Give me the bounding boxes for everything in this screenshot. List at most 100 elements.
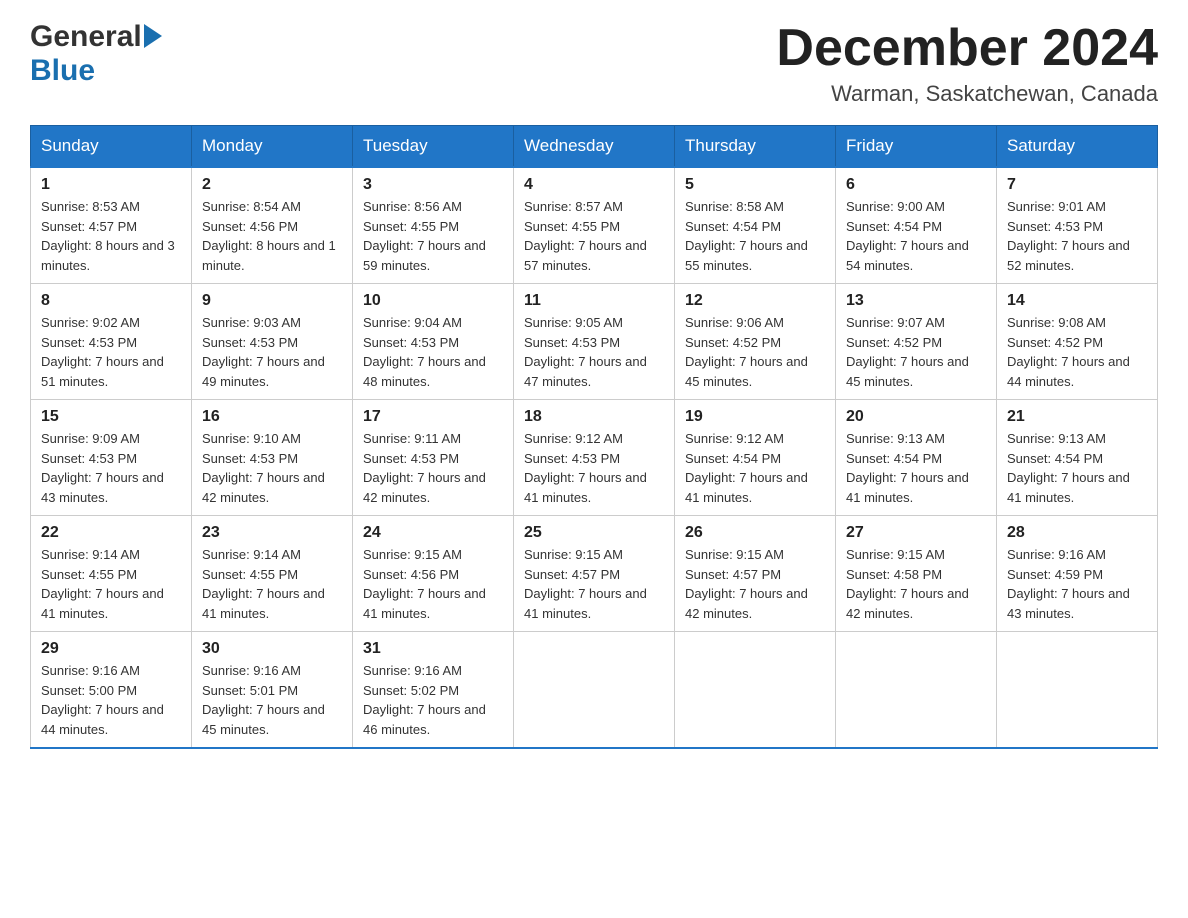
- calendar-day-cell: [675, 632, 836, 749]
- calendar-day-cell: 11 Sunrise: 9:05 AMSunset: 4:53 PMDaylig…: [514, 284, 675, 400]
- calendar-day-cell: 4 Sunrise: 8:57 AMSunset: 4:55 PMDayligh…: [514, 167, 675, 284]
- day-info: Sunrise: 9:15 AMSunset: 4:57 PMDaylight:…: [685, 545, 825, 623]
- calendar-day-cell: 24 Sunrise: 9:15 AMSunset: 4:56 PMDaylig…: [353, 516, 514, 632]
- calendar-day-cell: 17 Sunrise: 9:11 AMSunset: 4:53 PMDaylig…: [353, 400, 514, 516]
- day-of-week-header: Tuesday: [353, 126, 514, 168]
- calendar-day-cell: 15 Sunrise: 9:09 AMSunset: 4:53 PMDaylig…: [31, 400, 192, 516]
- day-number: 1: [41, 176, 181, 194]
- day-info: Sunrise: 9:16 AMSunset: 5:01 PMDaylight:…: [202, 661, 342, 739]
- title-section: December 2024 Warman, Saskatchewan, Cana…: [776, 20, 1158, 107]
- day-of-week-header: Friday: [836, 126, 997, 168]
- day-info: Sunrise: 9:14 AMSunset: 4:55 PMDaylight:…: [41, 545, 181, 623]
- calendar-day-cell: 16 Sunrise: 9:10 AMSunset: 4:53 PMDaylig…: [192, 400, 353, 516]
- calendar-day-cell: [997, 632, 1158, 749]
- day-of-week-header: Wednesday: [514, 126, 675, 168]
- calendar-week-row: 15 Sunrise: 9:09 AMSunset: 4:53 PMDaylig…: [31, 400, 1158, 516]
- day-info: Sunrise: 9:03 AMSunset: 4:53 PMDaylight:…: [202, 313, 342, 391]
- calendar-day-cell: 10 Sunrise: 9:04 AMSunset: 4:53 PMDaylig…: [353, 284, 514, 400]
- day-number: 9: [202, 292, 342, 310]
- day-info: Sunrise: 9:05 AMSunset: 4:53 PMDaylight:…: [524, 313, 664, 391]
- day-number: 11: [524, 292, 664, 310]
- calendar-day-cell: 30 Sunrise: 9:16 AMSunset: 5:01 PMDaylig…: [192, 632, 353, 749]
- day-number: 14: [1007, 292, 1147, 310]
- day-of-week-header: Thursday: [675, 126, 836, 168]
- day-number: 3: [363, 176, 503, 194]
- day-number: 2: [202, 176, 342, 194]
- calendar-day-cell: 25 Sunrise: 9:15 AMSunset: 4:57 PMDaylig…: [514, 516, 675, 632]
- calendar-day-cell: 20 Sunrise: 9:13 AMSunset: 4:54 PMDaylig…: [836, 400, 997, 516]
- day-number: 8: [41, 292, 181, 310]
- calendar-day-cell: 26 Sunrise: 9:15 AMSunset: 4:57 PMDaylig…: [675, 516, 836, 632]
- day-info: Sunrise: 8:57 AMSunset: 4:55 PMDaylight:…: [524, 197, 664, 275]
- day-number: 13: [846, 292, 986, 310]
- calendar-week-row: 1 Sunrise: 8:53 AMSunset: 4:57 PMDayligh…: [31, 167, 1158, 284]
- day-number: 17: [363, 408, 503, 426]
- calendar-day-cell: 8 Sunrise: 9:02 AMSunset: 4:53 PMDayligh…: [31, 284, 192, 400]
- day-number: 27: [846, 524, 986, 542]
- calendar-day-cell: 19 Sunrise: 9:12 AMSunset: 4:54 PMDaylig…: [675, 400, 836, 516]
- day-number: 28: [1007, 524, 1147, 542]
- day-info: Sunrise: 9:09 AMSunset: 4:53 PMDaylight:…: [41, 429, 181, 507]
- calendar-day-cell: 23 Sunrise: 9:14 AMSunset: 4:55 PMDaylig…: [192, 516, 353, 632]
- calendar-day-cell: 7 Sunrise: 9:01 AMSunset: 4:53 PMDayligh…: [997, 167, 1158, 284]
- day-info: Sunrise: 9:11 AMSunset: 4:53 PMDaylight:…: [363, 429, 503, 507]
- page-header: General Blue December 2024 Warman, Saska…: [30, 20, 1158, 107]
- day-of-week-header: Saturday: [997, 126, 1158, 168]
- day-number: 25: [524, 524, 664, 542]
- day-number: 6: [846, 176, 986, 194]
- day-of-week-header: Monday: [192, 126, 353, 168]
- day-info: Sunrise: 9:14 AMSunset: 4:55 PMDaylight:…: [202, 545, 342, 623]
- day-info: Sunrise: 9:16 AMSunset: 4:59 PMDaylight:…: [1007, 545, 1147, 623]
- day-info: Sunrise: 9:08 AMSunset: 4:52 PMDaylight:…: [1007, 313, 1147, 391]
- calendar-header-row: SundayMondayTuesdayWednesdayThursdayFrid…: [31, 126, 1158, 168]
- calendar-day-cell: 2 Sunrise: 8:54 AMSunset: 4:56 PMDayligh…: [192, 167, 353, 284]
- calendar-table: SundayMondayTuesdayWednesdayThursdayFrid…: [30, 125, 1158, 749]
- day-of-week-header: Sunday: [31, 126, 192, 168]
- calendar-day-cell: 1 Sunrise: 8:53 AMSunset: 4:57 PMDayligh…: [31, 167, 192, 284]
- calendar-week-row: 8 Sunrise: 9:02 AMSunset: 4:53 PMDayligh…: [31, 284, 1158, 400]
- logo-arrow-icon: [144, 24, 162, 48]
- day-info: Sunrise: 9:15 AMSunset: 4:57 PMDaylight:…: [524, 545, 664, 623]
- day-info: Sunrise: 8:53 AMSunset: 4:57 PMDaylight:…: [41, 197, 181, 275]
- day-info: Sunrise: 9:12 AMSunset: 4:53 PMDaylight:…: [524, 429, 664, 507]
- calendar-day-cell: 13 Sunrise: 9:07 AMSunset: 4:52 PMDaylig…: [836, 284, 997, 400]
- logo-blue-text: Blue: [30, 54, 95, 88]
- day-info: Sunrise: 8:54 AMSunset: 4:56 PMDaylight:…: [202, 197, 342, 275]
- day-number: 12: [685, 292, 825, 310]
- calendar-week-row: 22 Sunrise: 9:14 AMSunset: 4:55 PMDaylig…: [31, 516, 1158, 632]
- day-number: 31: [363, 640, 503, 658]
- day-info: Sunrise: 9:16 AMSunset: 5:00 PMDaylight:…: [41, 661, 181, 739]
- day-number: 7: [1007, 176, 1147, 194]
- day-info: Sunrise: 9:07 AMSunset: 4:52 PMDaylight:…: [846, 313, 986, 391]
- day-number: 23: [202, 524, 342, 542]
- day-info: Sunrise: 9:10 AMSunset: 4:53 PMDaylight:…: [202, 429, 342, 507]
- calendar-day-cell: 9 Sunrise: 9:03 AMSunset: 4:53 PMDayligh…: [192, 284, 353, 400]
- day-number: 19: [685, 408, 825, 426]
- calendar-day-cell: [514, 632, 675, 749]
- day-number: 15: [41, 408, 181, 426]
- day-info: Sunrise: 9:16 AMSunset: 5:02 PMDaylight:…: [363, 661, 503, 739]
- day-number: 10: [363, 292, 503, 310]
- day-number: 4: [524, 176, 664, 194]
- day-number: 30: [202, 640, 342, 658]
- day-number: 16: [202, 408, 342, 426]
- day-number: 5: [685, 176, 825, 194]
- calendar-day-cell: 27 Sunrise: 9:15 AMSunset: 4:58 PMDaylig…: [836, 516, 997, 632]
- day-info: Sunrise: 9:01 AMSunset: 4:53 PMDaylight:…: [1007, 197, 1147, 275]
- day-number: 22: [41, 524, 181, 542]
- location-text: Warman, Saskatchewan, Canada: [776, 81, 1158, 107]
- day-info: Sunrise: 9:06 AMSunset: 4:52 PMDaylight:…: [685, 313, 825, 391]
- calendar-day-cell: [836, 632, 997, 749]
- calendar-day-cell: 31 Sunrise: 9:16 AMSunset: 5:02 PMDaylig…: [353, 632, 514, 749]
- month-title: December 2024: [776, 20, 1158, 77]
- logo-general-text: General: [30, 20, 142, 54]
- logo: General Blue: [30, 20, 162, 88]
- calendar-day-cell: 3 Sunrise: 8:56 AMSunset: 4:55 PMDayligh…: [353, 167, 514, 284]
- day-info: Sunrise: 9:04 AMSunset: 4:53 PMDaylight:…: [363, 313, 503, 391]
- day-info: Sunrise: 9:15 AMSunset: 4:56 PMDaylight:…: [363, 545, 503, 623]
- day-info: Sunrise: 9:15 AMSunset: 4:58 PMDaylight:…: [846, 545, 986, 623]
- calendar-day-cell: 12 Sunrise: 9:06 AMSunset: 4:52 PMDaylig…: [675, 284, 836, 400]
- day-number: 18: [524, 408, 664, 426]
- day-info: Sunrise: 8:58 AMSunset: 4:54 PMDaylight:…: [685, 197, 825, 275]
- calendar-day-cell: 6 Sunrise: 9:00 AMSunset: 4:54 PMDayligh…: [836, 167, 997, 284]
